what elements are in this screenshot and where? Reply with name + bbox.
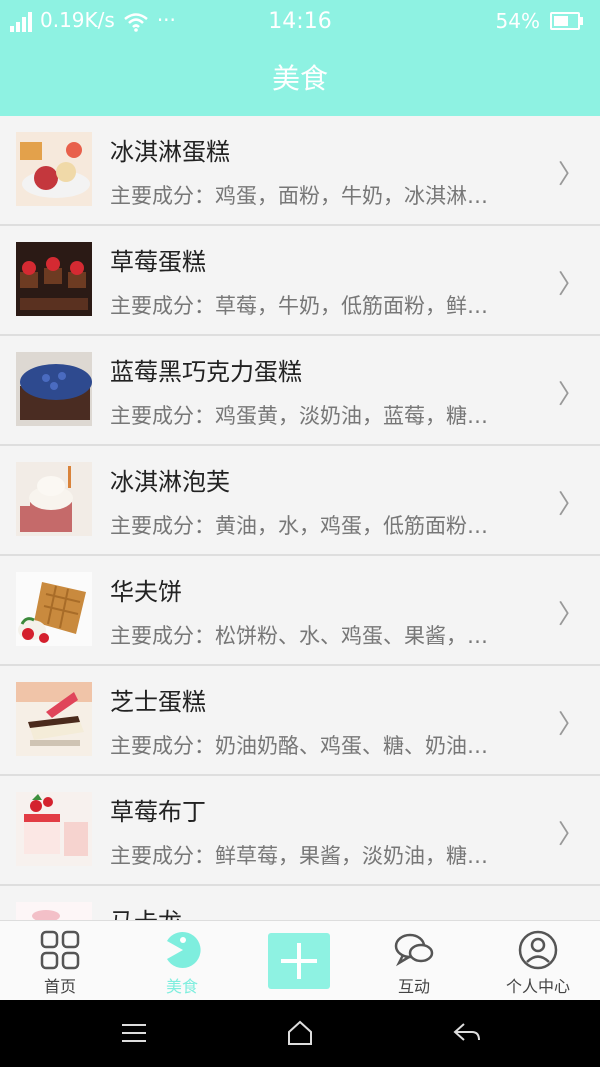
chevron-right-icon: 〉	[557, 160, 584, 190]
list-item[interactable]: 蓝莓黑巧克力蛋糕 主要成分：鸡蛋黄，淡奶油，蓝莓，糖… 〉	[0, 336, 600, 446]
food-list[interactable]: 冰淇淋蛋糕 主要成分：鸡蛋，面粉，牛奶，冰淇淋… 〉 草莓蛋糕 主要成分：草莓，…	[0, 116, 600, 920]
food-thumbnail	[16, 462, 92, 536]
home-icon[interactable]	[286, 1020, 314, 1046]
tab-label: 个人中心	[505, 977, 570, 996]
food-thumbnail	[16, 792, 92, 866]
plus-icon	[281, 943, 317, 979]
list-item[interactable]: 华夫饼 主要成分：松饼粉、水、鸡蛋、果酱，… 〉	[0, 556, 600, 666]
food-thumbnail	[16, 572, 92, 646]
food-thumbnail	[16, 902, 92, 920]
food-thumbnail	[16, 682, 92, 756]
chevron-right-icon: 〉	[557, 820, 584, 850]
item-desc: 主要成分：草莓，牛奶，低筋面粉，鲜…	[110, 294, 488, 318]
item-title: 冰淇淋蛋糕	[110, 138, 230, 166]
list-item[interactable]: 芝士蛋糕 主要成分：奶油奶酪、鸡蛋、糖、奶油… 〉	[0, 666, 600, 776]
item-desc: 主要成分：鲜草莓，果酱，淡奶油，糖…	[110, 844, 488, 868]
item-title: 草莓布丁	[110, 798, 206, 826]
item-title: 马卡龙	[110, 902, 182, 920]
menu-icon[interactable]	[120, 1020, 148, 1046]
list-item[interactable]: 马卡龙 〉	[0, 886, 600, 920]
chevron-right-icon: 〉	[557, 490, 584, 520]
list-item[interactable]: 冰淇淋泡芙 主要成分：黄油，水，鸡蛋，低筋面粉… 〉	[0, 446, 600, 556]
tab-food[interactable]: 美食	[122, 921, 242, 1001]
food-face-icon	[167, 931, 201, 968]
status-right: 54%	[495, 9, 583, 33]
item-title: 蓝莓黑巧克力蛋糕	[110, 358, 302, 386]
chevron-right-icon: 〉	[557, 380, 584, 410]
food-thumbnail	[16, 242, 92, 316]
battery-icon	[550, 12, 583, 30]
chevron-right-icon: 〉	[557, 600, 584, 630]
tab-label: 首页	[43, 977, 76, 996]
item-desc: 主要成分：松饼粉、水、鸡蛋、果酱，…	[110, 624, 488, 648]
item-desc: 主要成分：黄油，水，鸡蛋，低筋面粉…	[110, 514, 488, 538]
food-thumbnail	[16, 352, 92, 426]
chat-bubbles-icon	[394, 933, 434, 967]
bottom-tab-bar: 首页 美食 互动 个人中心	[0, 920, 600, 1001]
tab-profile[interactable]: 个人中心	[478, 921, 598, 1001]
chevron-right-icon: 〉	[557, 270, 584, 300]
tab-label: 互动	[397, 977, 430, 996]
system-nav-bar	[0, 1000, 600, 1067]
item-title: 草莓蛋糕	[110, 248, 206, 276]
tab-home[interactable]: 首页	[0, 921, 120, 1001]
grid-icon	[40, 930, 80, 970]
item-title: 冰淇淋泡芙	[110, 468, 230, 496]
back-icon[interactable]	[452, 1020, 482, 1046]
tab-label: 美食	[165, 977, 198, 996]
item-desc: 主要成分：奶油奶酪、鸡蛋、糖、奶油…	[110, 734, 488, 758]
status-bar: 0.19K/s ··· 14:16 54%	[0, 0, 600, 44]
page-title: 美食	[0, 44, 600, 116]
battery-fill	[554, 16, 569, 26]
item-desc: 主要成分：鸡蛋黄，淡奶油，蓝莓，糖…	[110, 404, 488, 428]
item-title: 华夫饼	[110, 578, 182, 606]
list-item[interactable]: 草莓布丁 主要成分：鲜草莓，果酱，淡奶油，糖… 〉	[0, 776, 600, 886]
item-title: 芝士蛋糕	[110, 688, 206, 716]
item-desc: 主要成分：鸡蛋，面粉，牛奶，冰淇淋…	[110, 184, 488, 208]
food-thumbnail	[16, 132, 92, 206]
tab-interact[interactable]: 互动	[354, 921, 474, 1001]
battery-percent: 54%	[495, 9, 540, 33]
chevron-right-icon: 〉	[557, 710, 584, 740]
user-circle-icon	[518, 930, 558, 970]
list-item[interactable]: 草莓蛋糕 主要成分：草莓，牛奶，低筋面粉，鲜… 〉	[0, 226, 600, 336]
list-item[interactable]: 冰淇淋蛋糕 主要成分：鸡蛋，面粉，牛奶，冰淇淋… 〉	[0, 116, 600, 226]
add-button[interactable]	[268, 933, 330, 989]
